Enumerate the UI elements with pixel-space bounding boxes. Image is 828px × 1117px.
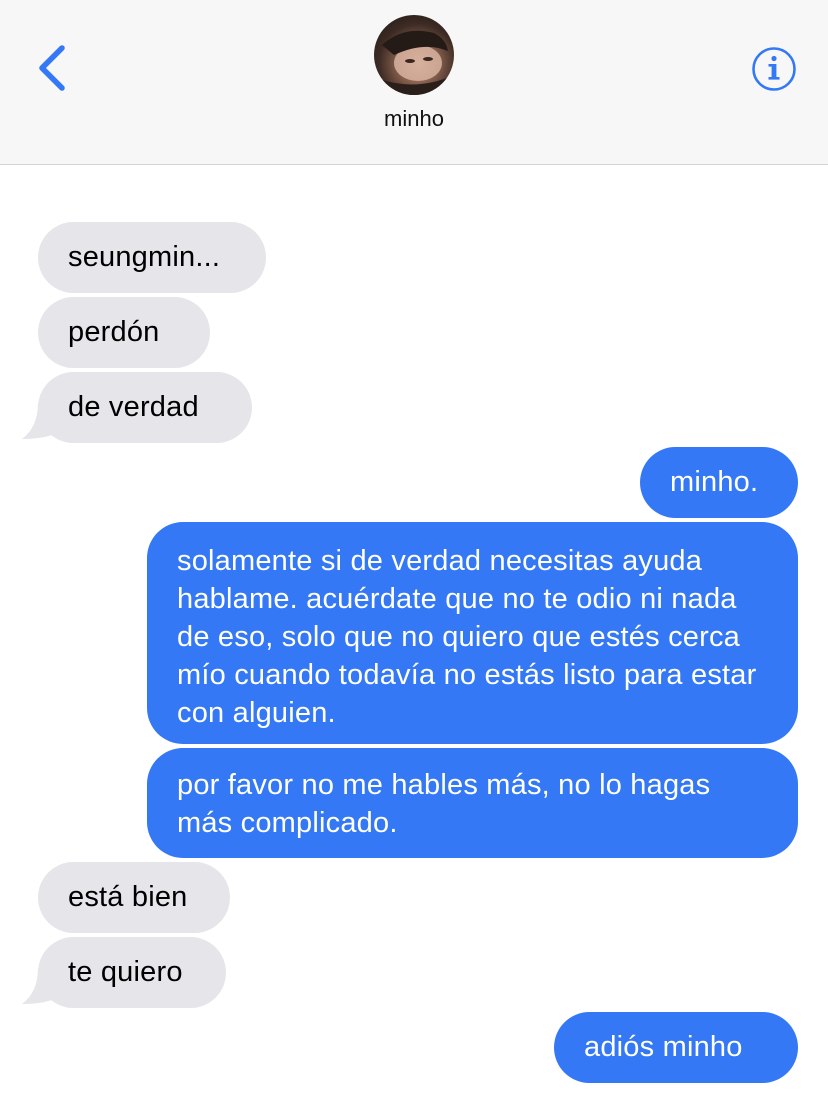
message-bubble-outgoing[interactable]: solamente si de verdad necesitas ayuda h…: [147, 522, 798, 744]
message-text: adiós minho: [584, 1031, 743, 1063]
avatar[interactable]: [374, 15, 454, 95]
chevron-left-icon: [39, 45, 65, 91]
message-bubble-incoming[interactable]: de verdad: [38, 372, 252, 443]
message-bubble-outgoing[interactable]: adiós minho: [554, 1012, 798, 1083]
info-button[interactable]: [751, 46, 797, 92]
message-text: de verdad: [68, 391, 199, 423]
message-text: te quiero: [68, 956, 183, 988]
message-bubble-incoming[interactable]: perdón: [38, 297, 210, 368]
message-text: perdón: [68, 316, 160, 348]
contact-name[interactable]: minho: [0, 106, 828, 132]
avatar-photo: [374, 30, 454, 95]
message-bubble-incoming[interactable]: está bien: [38, 862, 230, 933]
message-text: por favor no me hables más, no lo hagas …: [177, 769, 711, 839]
info-icon: [752, 47, 796, 91]
message-text: seungmin...: [68, 241, 221, 273]
message-text: solamente si de verdad necesitas ayuda h…: [177, 545, 757, 729]
message-bubble-outgoing[interactable]: por favor no me hables más, no lo hagas …: [147, 748, 798, 858]
message-bubble-incoming[interactable]: te quiero: [38, 937, 226, 1008]
messages-screen: minho seungmin... perdón de verdad minho…: [0, 0, 828, 1117]
conversation-header: minho: [0, 0, 828, 165]
message-text: está bien: [68, 881, 188, 913]
message-bubble-outgoing[interactable]: minho.: [640, 447, 798, 518]
message-text: minho.: [670, 466, 759, 498]
back-button[interactable]: [30, 38, 80, 98]
message-bubble-incoming[interactable]: seungmin...: [38, 222, 266, 293]
